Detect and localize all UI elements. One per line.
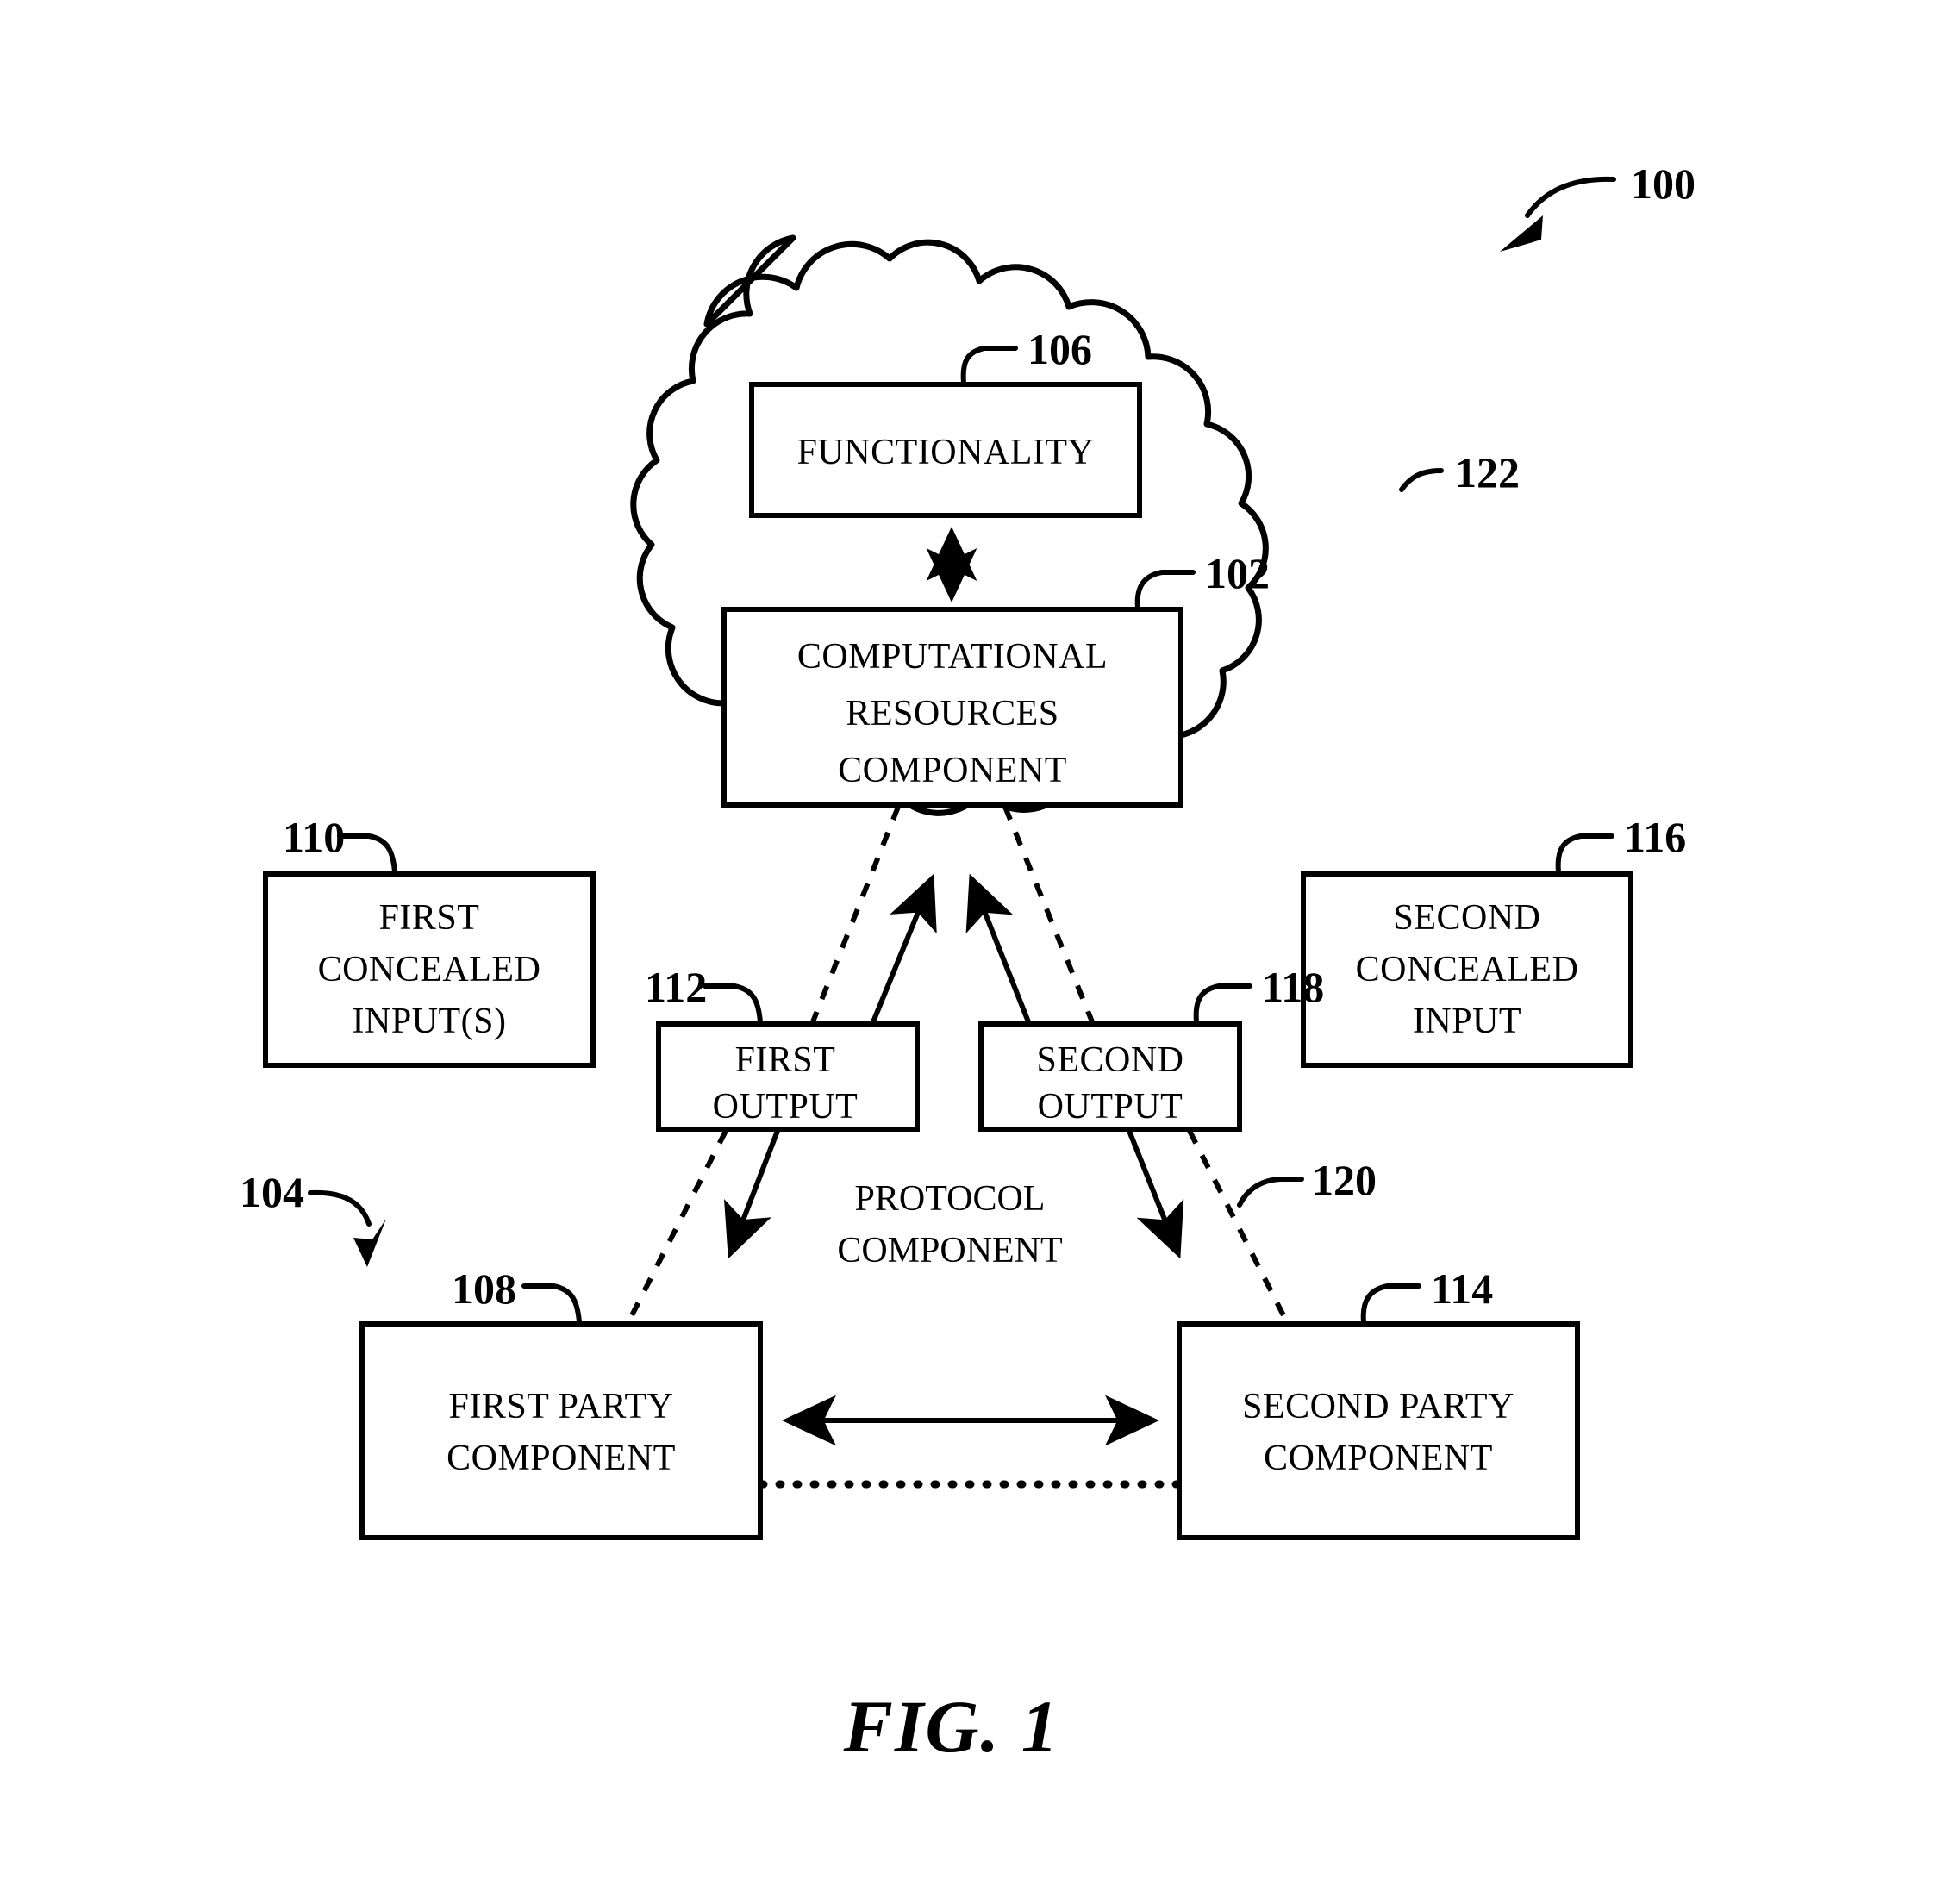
second-party-leader	[1360, 1283, 1421, 1325]
protocol-component-ref-arrow	[308, 1189, 386, 1267]
ref-number-118: 118	[1262, 963, 1324, 1011]
ref-number-104: 104	[240, 1168, 304, 1216]
patent-figure-page: 100 122 106 FUNCTIONALITY 102 COMPUTATIO…	[0, 0, 1936, 1904]
ref-number-106: 106	[1027, 325, 1092, 373]
ref-number-110: 110	[283, 813, 345, 861]
ref-number-120: 120	[1312, 1156, 1377, 1204]
first-party-label-line-2: COMPONENT	[447, 1439, 676, 1478]
functionality-label-line-1: FUNCTIONALITY	[797, 433, 1095, 472]
first-output-to-first-party-dashed	[625, 1129, 728, 1326]
second-output-to-second-party-dashed	[1187, 1129, 1290, 1326]
second-party-label-line-1: SECOND PARTY	[1242, 1387, 1514, 1426]
second-concealed-input-leader	[1555, 833, 1614, 875]
figure-caption: FIG. 1	[843, 1685, 1060, 1768]
first-concealed-input-label-line-2: CONCEALED	[318, 950, 541, 989]
first-concealed-input-leader	[337, 833, 397, 875]
ref-number-114: 114	[1431, 1264, 1493, 1313]
second-output-to-crc-arrow	[965, 873, 1032, 1026]
first-party-box	[359, 1321, 763, 1540]
second-concealed-input-label-line-2: CONCEALED	[1356, 950, 1579, 989]
computational-resources-label-line-2: RESOURCES	[846, 694, 1059, 734]
cloud-leader	[1399, 468, 1444, 492]
protocol-component-label-line-2: COMPONENT	[837, 1231, 1062, 1270]
second-output-down-arrow	[1127, 1129, 1184, 1259]
ref-number-100: 100	[1631, 159, 1696, 208]
first-party-label-line-1: FIRST PARTY	[449, 1387, 674, 1426]
second-output-leader	[1193, 983, 1252, 1025]
second-party-label-line-2: COMPONENT	[1264, 1439, 1493, 1478]
second-party-box	[1177, 1321, 1580, 1540]
patent-figure-canvas: 100 122 106 FUNCTIONALITY 102 COMPUTATIO…	[240, 159, 1696, 1768]
protocol-component-label-line-1: PROTOCOL	[855, 1179, 1046, 1219]
second-output-label-line-2: OUTPUT	[1038, 1087, 1183, 1127]
first-party-leader	[521, 1283, 582, 1325]
first-output-to-crc-arrow	[870, 873, 937, 1026]
first-output-label-line-2: OUTPUT	[713, 1087, 859, 1127]
first-concealed-input-label-line-3: INPUT(S)	[353, 1002, 507, 1041]
ref-number-108: 108	[452, 1264, 516, 1313]
ref-number-116: 116	[1624, 813, 1686, 861]
ref-number-112: 112	[645, 963, 707, 1011]
second-concealed-input-label-line-1: SECOND	[1393, 898, 1540, 938]
computational-resources-label-line-3: COMPONENT	[838, 751, 1067, 790]
second-output-label-line-1: SECOND	[1036, 1040, 1183, 1080]
first-concealed-input-label-line-1: FIRST	[379, 898, 480, 938]
second-protocol-leader	[1237, 1177, 1304, 1208]
first-output-down-arrow	[724, 1129, 780, 1259]
ref-number-102: 102	[1205, 549, 1270, 597]
ref-number-122: 122	[1455, 448, 1520, 496]
first-output-label-line-1: FIRST	[735, 1040, 836, 1080]
first-output-leader	[703, 983, 763, 1025]
computational-resources-label-line-1: COMPUTATIONAL	[797, 637, 1108, 677]
system-ref-arrow	[1500, 176, 1616, 252]
second-concealed-input-label-line-3: INPUT	[1413, 1002, 1521, 1041]
